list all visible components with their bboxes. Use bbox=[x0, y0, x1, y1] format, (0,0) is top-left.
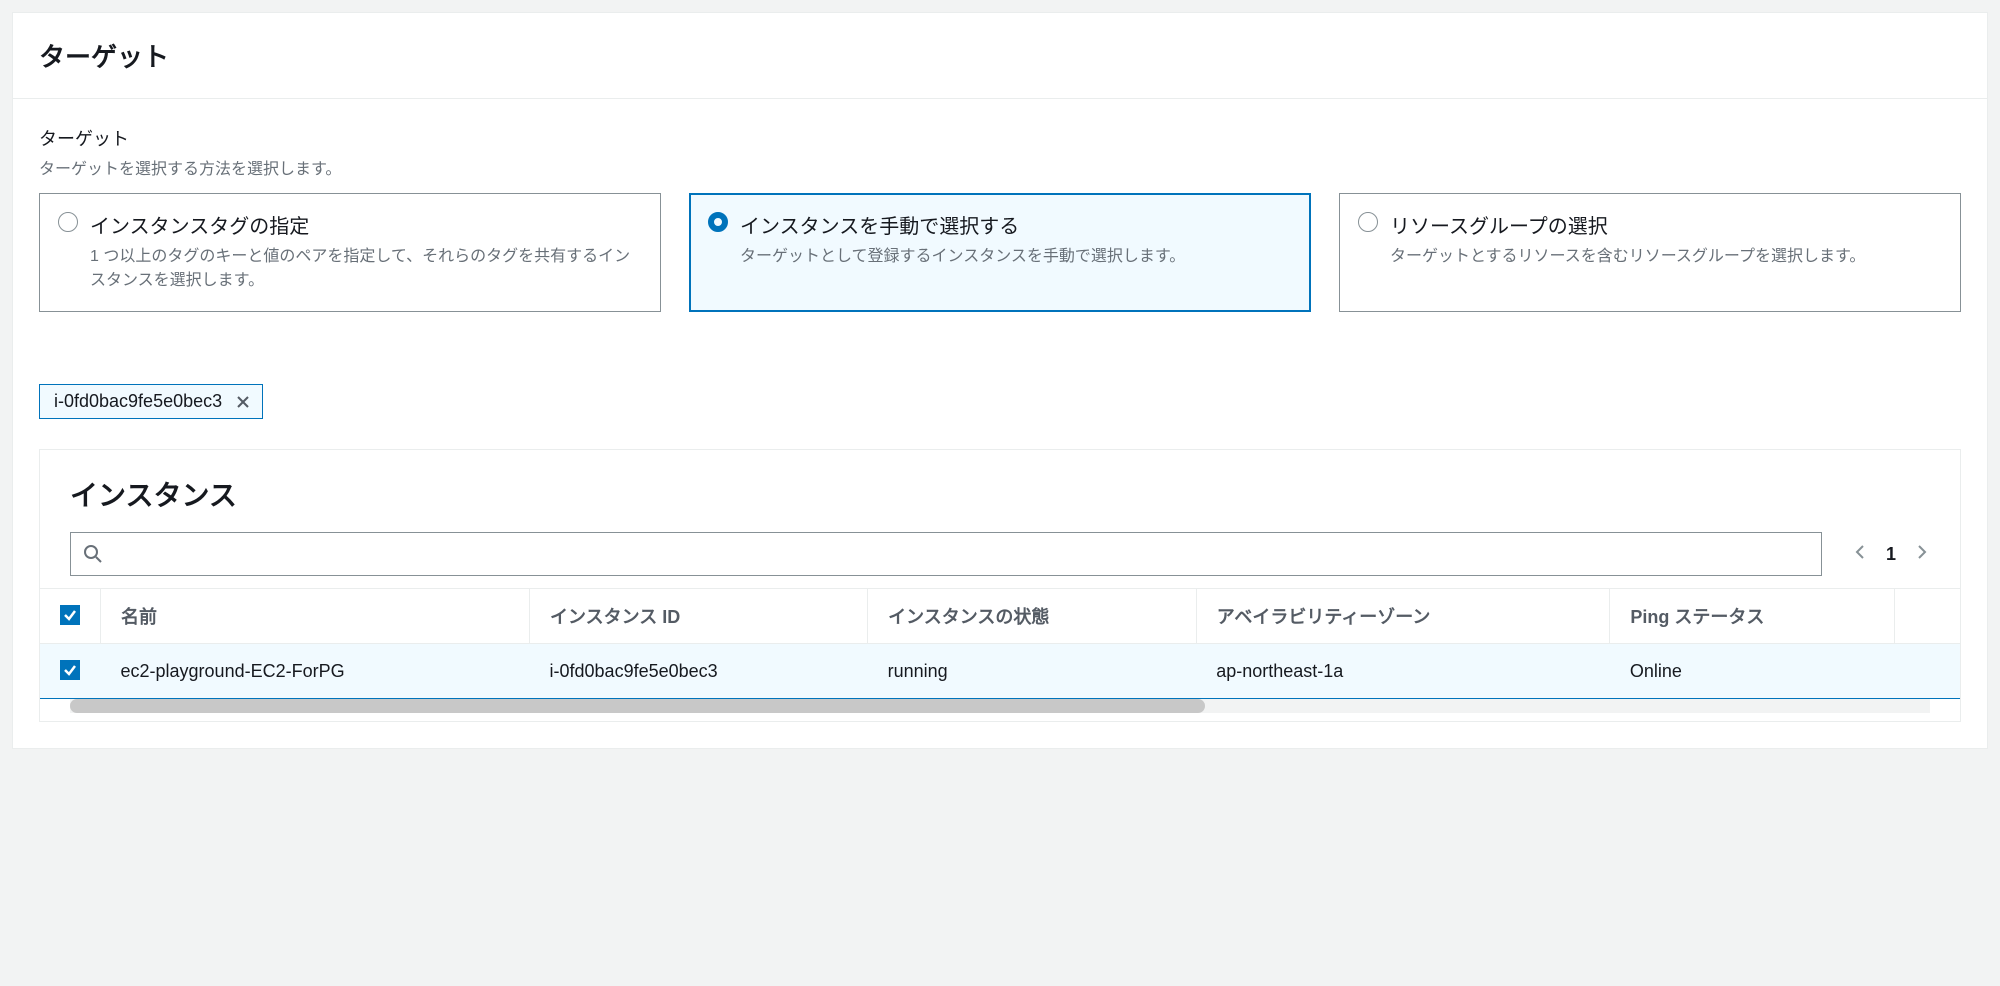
cell-az: ap-northeast-1a bbox=[1196, 644, 1610, 699]
prev-page-button[interactable] bbox=[1852, 544, 1868, 565]
search-icon bbox=[83, 544, 103, 564]
cell-extra bbox=[1894, 644, 1960, 699]
next-page-button[interactable] bbox=[1914, 544, 1930, 565]
option-manual-select[interactable]: インスタンスを手動で選択する ターゲットとして登録するインスタンスを手動で選択し… bbox=[689, 193, 1311, 312]
option-title: リソースグループの選択 bbox=[1390, 210, 1865, 239]
option-desc: 1 つ以上のタグのキーと値のペアを指定して、それらのタグを共有するインスタンスを… bbox=[90, 245, 642, 293]
cell-name: ec2-playground-EC2-ForPG bbox=[101, 644, 530, 699]
option-desc: ターゲットとするリソースを含むリソースグループを選択します。 bbox=[1390, 245, 1865, 269]
table-row[interactable]: ec2-playground-EC2-ForPG i-0fd0bac9fe5e0… bbox=[40, 644, 1960, 699]
instances-table: 名前 インスタンス ID インスタンスの状態 アベイラビリティーゾーン Ping… bbox=[40, 589, 1960, 699]
col-ping[interactable]: Ping ステータス bbox=[1610, 589, 1894, 644]
panel-title: ターゲット bbox=[39, 37, 1961, 74]
search-box[interactable] bbox=[70, 532, 1822, 576]
horizontal-scrollbar[interactable] bbox=[70, 699, 1930, 713]
option-resource-group[interactable]: リソースグループの選択 ターゲットとするリソースを含むリソースグループを選択しま… bbox=[1339, 193, 1961, 312]
targets-panel: ターゲット ターゲット ターゲットを選択する方法を選択します。 インスタンスタグ… bbox=[12, 12, 1988, 749]
scrollbar-thumb[interactable] bbox=[70, 699, 1205, 713]
instances-panel: インスタンス 1 bbox=[39, 449, 1961, 722]
search-pagination-row: 1 bbox=[40, 532, 1960, 588]
instances-header: インスタンス bbox=[40, 450, 1960, 532]
option-title: インスタンスタグの指定 bbox=[90, 210, 642, 239]
radio-icon bbox=[58, 212, 78, 232]
token-label: i-0fd0bac9fe5e0bec3 bbox=[54, 391, 222, 412]
search-input[interactable] bbox=[111, 544, 1809, 565]
row-checkbox[interactable] bbox=[60, 660, 80, 680]
instances-table-wrap: 名前 インスタンス ID インスタンスの状態 アベイラビリティーゾーン Ping… bbox=[40, 588, 1960, 699]
panel-header: ターゲット bbox=[13, 13, 1987, 99]
cell-instance-id: i-0fd0bac9fe5e0bec3 bbox=[530, 644, 868, 699]
col-instance-id[interactable]: インスタンス ID bbox=[530, 589, 868, 644]
chevron-left-icon bbox=[1852, 544, 1868, 560]
select-all-checkbox[interactable] bbox=[60, 605, 80, 625]
pagination: 1 bbox=[1852, 544, 1930, 565]
panel-body: ターゲット ターゲットを選択する方法を選択します。 インスタンスタグの指定 1 … bbox=[13, 99, 1987, 748]
cell-ping: Online bbox=[1610, 644, 1894, 699]
col-state[interactable]: インスタンスの状態 bbox=[868, 589, 1197, 644]
field-desc: ターゲットを選択する方法を選択します。 bbox=[39, 155, 1961, 179]
target-method-options: インスタンスタグの指定 1 つ以上のタグのキーと値のペアを指定して、それらのタグ… bbox=[39, 193, 1961, 312]
instances-title: インスタンス bbox=[70, 474, 1930, 514]
radio-icon bbox=[1358, 212, 1378, 232]
field-label: ターゲット bbox=[39, 125, 1961, 151]
chevron-right-icon bbox=[1914, 544, 1930, 560]
selected-instance-token: i-0fd0bac9fe5e0bec3 bbox=[39, 384, 263, 419]
page-number: 1 bbox=[1886, 544, 1896, 565]
option-instance-tags[interactable]: インスタンスタグの指定 1 つ以上のタグのキーと値のペアを指定して、それらのタグ… bbox=[39, 193, 661, 312]
option-title: インスタンスを手動で選択する bbox=[740, 210, 1185, 239]
radio-icon bbox=[708, 212, 728, 232]
col-extra[interactable] bbox=[1894, 589, 1960, 644]
option-desc: ターゲットとして登録するインスタンスを手動で選択します。 bbox=[740, 245, 1185, 269]
col-name[interactable]: 名前 bbox=[101, 589, 530, 644]
cell-state: running bbox=[868, 644, 1197, 699]
col-az[interactable]: アベイラビリティーゾーン bbox=[1196, 589, 1610, 644]
close-icon[interactable] bbox=[234, 393, 252, 411]
